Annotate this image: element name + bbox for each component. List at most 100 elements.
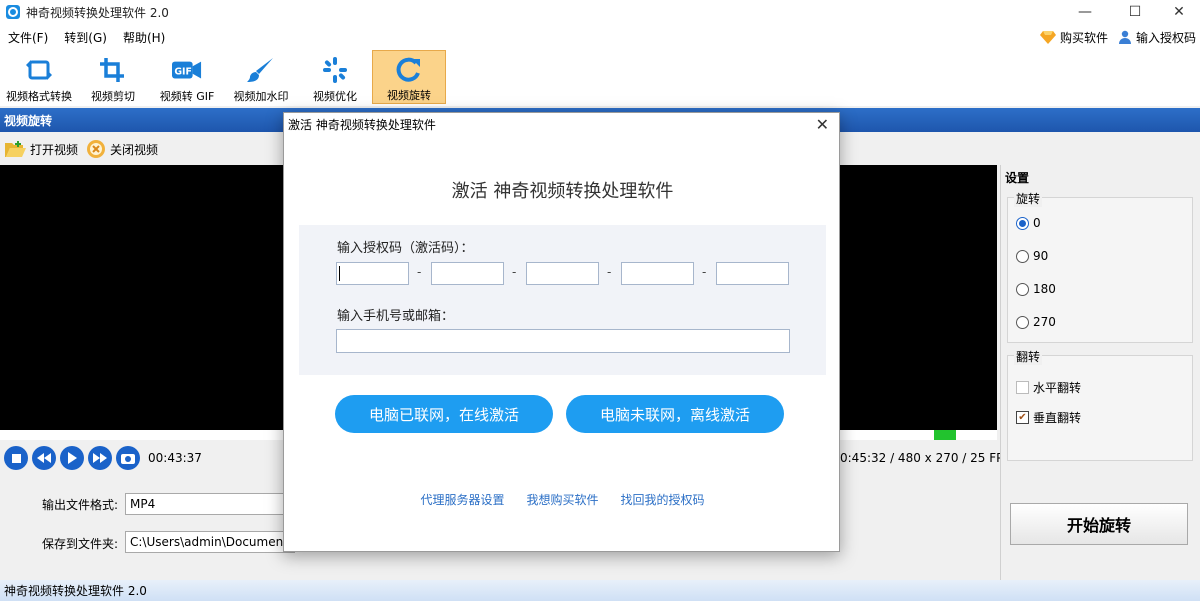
menu-help[interactable]: 帮助(H) — [115, 29, 173, 46]
phone-or-email-input[interactable] — [336, 329, 790, 353]
tool-label: 视频转 GIF — [159, 90, 215, 103]
seek-marker[interactable] — [934, 430, 956, 440]
menu-bar: 文件(F) 转到(G) 帮助(H) 购买软件 输入授权码 — [0, 24, 1200, 50]
stop-icon — [11, 453, 21, 463]
start-rotate-button[interactable]: 开始旋转 — [1010, 503, 1188, 545]
tool-label: 视频优化 — [313, 90, 357, 103]
play-button[interactable] — [60, 446, 84, 470]
flip-vertical-checkbox[interactable]: ✔ 垂直翻转 — [1016, 409, 1081, 426]
stop-button[interactable] — [4, 446, 28, 470]
dialog-heading: 激活 神奇视频转换处理软件 — [451, 181, 674, 202]
output-format-select[interactable]: MP4 — [125, 493, 295, 515]
play-icon — [68, 452, 77, 464]
rotate-option-180[interactable]: 180 — [1016, 282, 1056, 296]
license-code-field-1[interactable] — [336, 262, 409, 285]
buy-software-button[interactable]: 购买软件 — [1039, 29, 1108, 46]
enter-license-label: 输入授权码 — [1135, 30, 1196, 45]
menu-goto[interactable]: 转到(G) — [56, 29, 115, 46]
license-code-field-4[interactable] — [621, 262, 694, 285]
tool-gif[interactable]: GIF 视频转 GIF — [150, 50, 224, 104]
activation-dialog: 激活 神奇视频转换处理软件 ✕ 激活 神奇视频转换处理软件 输入授权码（激活码）… — [283, 112, 840, 552]
radio — [1016, 249, 1029, 263]
camera-icon — [121, 454, 135, 464]
activation-form: 输入授权码（激活码）： - - - - 输入手机号或邮箱： — [299, 225, 826, 375]
offline-activate-button[interactable]: 电脑未联网，离线激活 — [566, 395, 784, 433]
radio — [1016, 282, 1029, 296]
app-icon — [6, 5, 20, 19]
maximize-icon[interactable]: ☐ — [1112, 0, 1158, 24]
rotate-group: 旋转 0 90 180 270 — [1007, 190, 1193, 343]
toolbar: 视频格式转换 视频剪切 GIF 视频转 GIF 视频加水印 视频优化 视频旋转 — [0, 50, 1200, 106]
output-format-label: 输出文件格式: — [42, 498, 119, 512]
window-title: 神奇视频转换处理软件 2.0 — [26, 5, 169, 20]
tool-label: 视频加水印 — [233, 90, 289, 103]
rewind-button[interactable] — [32, 446, 56, 470]
save-folder-input[interactable]: C:\Users\admin\Documents\ — [125, 531, 298, 553]
folder-open-icon — [5, 141, 26, 157]
tool-rotate[interactable]: 视频旋转 — [372, 50, 446, 104]
dialog-close-icon[interactable]: ✕ — [816, 115, 829, 134]
menubar-actions: 购买软件 输入授权码 — [1039, 24, 1196, 50]
radio-selected — [1016, 216, 1029, 230]
sparkle-icon — [320, 56, 350, 84]
code-separator: - — [702, 265, 707, 279]
proxy-settings-link[interactable]: 代理服务器设置 — [420, 491, 504, 508]
license-code-field-5[interactable] — [716, 262, 789, 285]
dialog-title: 激活 神奇视频转换处理软件 — [288, 117, 436, 132]
license-code-field-2[interactable] — [431, 262, 504, 285]
rotate-option-label: 0 — [1033, 216, 1041, 230]
text-cursor — [339, 266, 340, 281]
tool-label: 视频剪切 — [91, 90, 135, 103]
dialog-links: 代理服务器设置 我想购买软件 找回我的授权码 — [284, 491, 841, 508]
tool-label: 视频旋转 — [387, 89, 431, 102]
menu-file[interactable]: 文件(F) — [0, 29, 56, 46]
code-separator: - — [607, 265, 612, 279]
tool-optimize[interactable]: 视频优化 — [298, 50, 372, 104]
crop-icon — [98, 56, 128, 84]
gif-icon: GIF — [172, 56, 202, 84]
contact-label: 输入手机号或邮箱： — [337, 309, 455, 324]
close-icon[interactable]: ✕ — [1156, 0, 1200, 24]
rotate-option-0[interactable]: 0 — [1016, 216, 1041, 230]
checkbox-checked: ✔ — [1016, 411, 1029, 424]
rotate-option-90[interactable]: 90 — [1016, 249, 1048, 263]
recover-license-link[interactable]: 找回我的授权码 — [621, 491, 705, 508]
close-video-button[interactable]: 关闭视频 — [86, 139, 158, 159]
minimize-icon[interactable]: — — [1062, 0, 1108, 24]
save-folder-label: 保存到文件夹: — [42, 537, 119, 551]
snapshot-button[interactable] — [116, 446, 140, 470]
status-bar: 神奇视频转换处理软件 2.0 — [0, 580, 1200, 601]
tool-crop[interactable]: 视频剪切 — [76, 50, 150, 104]
rotate-option-label: 90 — [1033, 249, 1049, 263]
enter-license-button[interactable]: 输入授权码 — [1118, 29, 1196, 46]
license-code-field-3[interactable] — [526, 262, 599, 285]
title-bar: 神奇视频转换处理软件 2.0 — ☐ ✕ — [0, 0, 1200, 24]
rotate-icon — [394, 57, 424, 83]
license-code-label: 输入授权码（激活码）： — [337, 241, 474, 256]
open-video-button[interactable]: 打开视频 — [4, 140, 78, 158]
code-separator: - — [512, 265, 517, 279]
tool-label: 视频格式转换 — [6, 90, 72, 103]
flip-horizontal-checkbox[interactable]: 水平翻转 — [1016, 379, 1081, 396]
open-video-label: 打开视频 — [30, 142, 79, 157]
fast-forward-button[interactable] — [88, 446, 112, 470]
diamond-icon — [1039, 31, 1056, 44]
code-separator: - — [417, 265, 422, 279]
rotate-group-title: 旋转 — [1014, 190, 1043, 207]
close-video-label: 关闭视频 — [110, 142, 159, 157]
current-time: 00:43:37 — [148, 451, 202, 465]
tool-format-convert[interactable]: 视频格式转换 — [2, 50, 76, 104]
svg-text:GIF: GIF — [174, 67, 192, 78]
user-icon — [1118, 30, 1131, 44]
buy-software-label: 购买软件 — [1059, 30, 1108, 45]
rotate-option-270[interactable]: 270 — [1016, 315, 1056, 329]
fast-forward-icon — [93, 453, 107, 463]
rotate-option-label: 180 — [1033, 282, 1056, 296]
online-activate-button[interactable]: 电脑已联网，在线激活 — [335, 395, 553, 433]
tool-watermark[interactable]: 视频加水印 — [224, 50, 298, 104]
buy-software-link[interactable]: 我想购买软件 — [526, 491, 598, 508]
format-convert-icon — [24, 56, 54, 84]
close-video-icon — [87, 140, 106, 158]
flip-group-title: 翻转 — [1014, 348, 1043, 365]
brush-icon — [246, 56, 276, 84]
